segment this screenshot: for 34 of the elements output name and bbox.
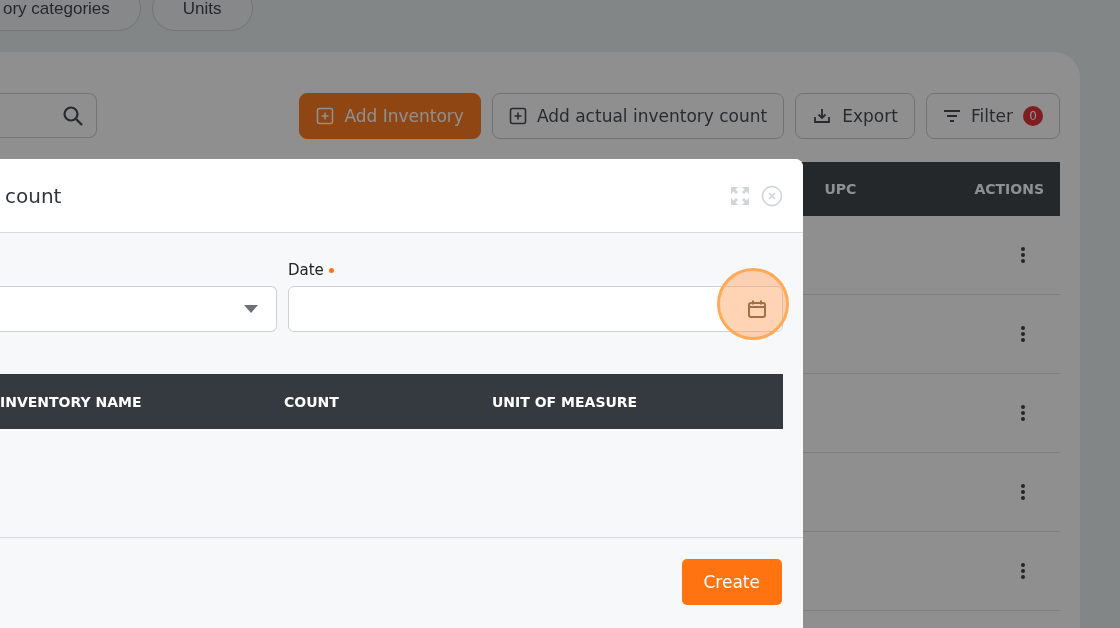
column-header: INVENTORY NAME	[0, 393, 143, 410]
column-header: ACTIONS	[974, 181, 1044, 197]
toolbar-button[interactable]: Add actual inventory count	[491, 93, 785, 139]
filter-icon	[942, 109, 961, 123]
caret-icon	[244, 305, 258, 313]
calendar-icon[interactable]	[747, 299, 767, 319]
search-field[interactable]	[0, 93, 97, 138]
plus-square-icon	[508, 107, 527, 125]
button-label: Filter	[970, 106, 1013, 126]
button-label: Add actual inventory count	[536, 106, 768, 126]
kebab-menu-icon[interactable]	[1020, 562, 1026, 580]
column-header: COUNT	[284, 393, 340, 410]
toolbar-button[interactable]: Export	[795, 93, 915, 139]
count-badge: 0	[1023, 106, 1043, 126]
kebab-menu-icon[interactable]	[1020, 246, 1026, 264]
column-header: UPC	[824, 181, 858, 197]
date-field[interactable]	[288, 286, 783, 332]
toolbar-button[interactable]: Filter 0	[925, 93, 1060, 139]
create-button[interactable]: Create	[681, 559, 782, 605]
plus-square-icon	[316, 107, 335, 125]
kebab-menu-icon[interactable]	[1020, 483, 1026, 501]
category-tab[interactable]: ory categories	[0, 0, 141, 31]
toolbar-button[interactable]: Add Inventory	[299, 93, 481, 139]
dropdown-field[interactable]	[0, 286, 277, 332]
button-label: Add Inventory	[344, 106, 464, 126]
button-label: Export	[842, 106, 898, 126]
column-header: UNIT OF MEASURE	[492, 393, 639, 410]
kebab-menu-icon[interactable]	[1020, 404, 1026, 422]
category-tab[interactable]: Units	[151, 0, 253, 31]
kebab-menu-icon[interactable]	[1020, 325, 1026, 343]
field-label: Date	[288, 261, 324, 279]
download-icon	[812, 106, 833, 126]
search-icon	[62, 104, 84, 127]
modal-title: count	[5, 183, 62, 208]
